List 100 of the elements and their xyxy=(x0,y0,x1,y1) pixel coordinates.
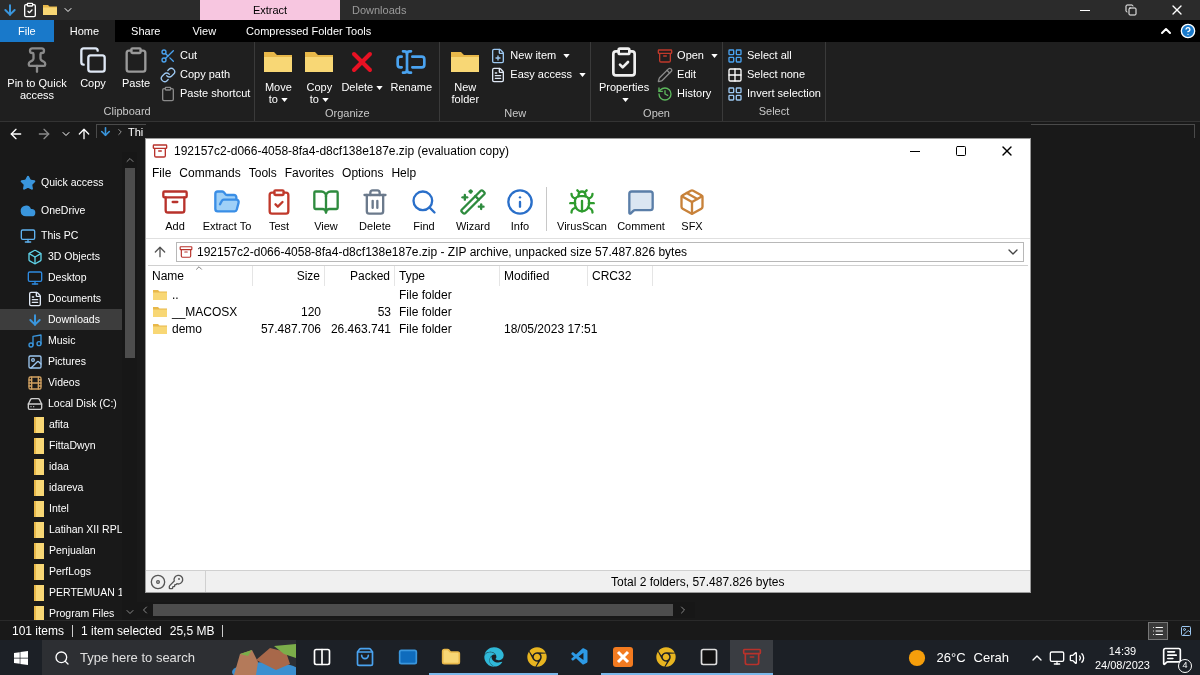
ribbon-button[interactable]: Copy xyxy=(74,46,112,89)
ribbon-small-button[interactable]: New item xyxy=(490,46,587,65)
toolbar-button[interactable]: Delete xyxy=(350,187,400,234)
music-icon xyxy=(27,332,43,349)
nav-item[interactable]: idareva xyxy=(0,477,122,498)
archive-icon xyxy=(179,245,193,259)
group-label: Select xyxy=(758,104,790,119)
menu-item[interactable]: Favorites xyxy=(280,164,339,182)
picture-icon xyxy=(27,353,43,370)
notification-button[interactable]: 4 xyxy=(1162,642,1192,673)
new-item-icon xyxy=(490,47,507,64)
nav-item[interactable]: Intel xyxy=(0,498,122,519)
download-icon xyxy=(99,125,112,138)
menu-item[interactable]: Options xyxy=(338,164,388,182)
caret-icon xyxy=(563,53,571,58)
nav-item[interactable]: Latihan XII RPL xyxy=(0,519,122,540)
ribbon-small-button[interactable]: Edit xyxy=(657,65,718,84)
download-icon xyxy=(27,311,43,328)
toolbar-button[interactable]: Wizard xyxy=(448,187,498,234)
ribbon-small-button[interactable]: Paste shortcut xyxy=(160,84,251,103)
nav-item[interactable]: Local Disk (C:) xyxy=(0,393,122,414)
ribbon-tab[interactable]: Home xyxy=(53,20,116,42)
selection-size: 25,5 MB xyxy=(169,622,215,640)
folder-icon xyxy=(34,521,44,538)
nav-item[interactable]: Music xyxy=(0,330,122,351)
ribbon-small-button[interactable]: Select none xyxy=(727,65,821,84)
nav-item[interactable]: Quick access xyxy=(0,169,122,197)
ribbon-small-button[interactable]: Select all xyxy=(727,46,821,65)
menu-item[interactable]: Commands xyxy=(175,164,245,182)
notification-badge: 4 xyxy=(1178,658,1192,673)
nav-item[interactable]: Documents xyxy=(0,288,122,309)
ribbon-tab[interactable]: File xyxy=(0,20,54,42)
search-field[interactable] xyxy=(1031,124,1195,138)
ribbon-button[interactable]: Paste xyxy=(116,46,156,89)
column-header[interactable]: Type xyxy=(395,266,500,286)
ribbon-tab[interactable]: Share xyxy=(115,20,177,42)
nav-item[interactable]: Pictures xyxy=(0,351,122,372)
toolbar-button[interactable]: Add xyxy=(152,187,198,234)
select-none-icon xyxy=(727,66,743,83)
ribbon-button[interactable]: Delete xyxy=(341,46,384,93)
ribbon-button[interactable]: Rename xyxy=(387,46,436,93)
toolbar-button[interactable]: Info xyxy=(498,187,542,234)
ribbon-tab[interactable]: Compressed Folder Tools xyxy=(232,20,386,42)
ribbon-small-button[interactable]: Cut xyxy=(160,46,251,65)
context-tab-header: Extract xyxy=(200,0,340,20)
toolbar-button[interactable]: View xyxy=(302,187,350,234)
menu-item[interactable]: Help xyxy=(387,164,421,182)
scissors-icon xyxy=(160,47,176,64)
nav-item[interactable]: Downloads xyxy=(0,309,122,330)
column-header[interactable]: Name xyxy=(148,266,253,286)
browser-icon xyxy=(655,646,676,667)
ribbon-button[interactable]: Pin to Quick access xyxy=(4,46,70,101)
nav-item[interactable]: Program Files xyxy=(0,603,122,620)
menu-item[interactable]: Tools xyxy=(244,164,281,182)
toolbar-button[interactable]: Extract To xyxy=(198,187,256,234)
ribbon-small-button[interactable]: Copy path xyxy=(160,65,251,84)
table-cell-text: 120 xyxy=(300,304,321,321)
toolbar-button[interactable]: Find xyxy=(400,187,448,234)
nav-item[interactable]: Desktop xyxy=(0,267,122,288)
folder-icon xyxy=(34,605,44,620)
ribbon-button[interactable]: Move to xyxy=(259,46,298,105)
ribbon-button[interactable]: Copy to xyxy=(301,46,338,105)
toolbar-button[interactable]: Comment xyxy=(613,187,669,234)
ribbon-button[interactable]: Properties xyxy=(595,46,654,105)
ribbon-button[interactable]: New folder xyxy=(444,46,487,105)
nav-item[interactable]: OneDrive xyxy=(0,197,122,225)
folder-icon xyxy=(34,458,44,475)
column-header[interactable]: Modified xyxy=(500,266,588,286)
table-cell-text: File folder xyxy=(399,321,452,338)
folder-icon xyxy=(34,500,44,517)
column-header[interactable]: Packed xyxy=(325,266,395,286)
nav-item[interactable]: Penjualan xyxy=(0,540,122,561)
toolbar-button[interactable]: Test xyxy=(256,187,302,234)
ribbon-small-button[interactable]: Easy access xyxy=(490,65,587,84)
column-header[interactable]: Size xyxy=(253,266,325,286)
ribbon-small-button[interactable]: Open xyxy=(657,46,718,65)
search-icon xyxy=(410,187,438,216)
nav-item[interactable]: idaa xyxy=(0,456,122,477)
nav-item[interactable]: PerfLogs xyxy=(0,561,122,582)
nav-item[interactable]: afita xyxy=(0,414,122,435)
toolbar-button[interactable]: VirusScan xyxy=(551,187,613,234)
ribbon-tab[interactable]: View xyxy=(176,20,233,42)
nav-item[interactable]: 3D Objects xyxy=(0,246,122,267)
nav-item[interactable]: Videos xyxy=(0,372,122,393)
address-field[interactable]: Thi xyxy=(96,124,146,138)
store-icon xyxy=(354,646,375,667)
ribbon-small-button[interactable]: Invert selection xyxy=(727,84,821,103)
comment-icon xyxy=(627,187,655,216)
nav-item[interactable]: FittaDwyn xyxy=(0,435,122,456)
toolbar-button[interactable]: SFX xyxy=(669,187,715,234)
ribbon-small-button[interactable]: History xyxy=(657,84,718,103)
up-arrow-icon xyxy=(152,244,168,260)
window-title: Downloads xyxy=(352,2,407,18)
nav-item[interactable]: This PC xyxy=(0,225,122,246)
menu-item[interactable]: File xyxy=(148,164,176,182)
folder-icon xyxy=(152,304,168,320)
column-header[interactable]: CRC32 xyxy=(588,266,653,286)
path-field[interactable]: 192157c2-d066-4058-8fa4-d8cf138e187e.zip - ZIP archive, unpacked size 57.487.826 bytes xyxy=(176,242,1024,262)
details-view-button[interactable] xyxy=(1148,621,1168,640)
search-box[interactable]: Type here to search xyxy=(42,640,296,675)
